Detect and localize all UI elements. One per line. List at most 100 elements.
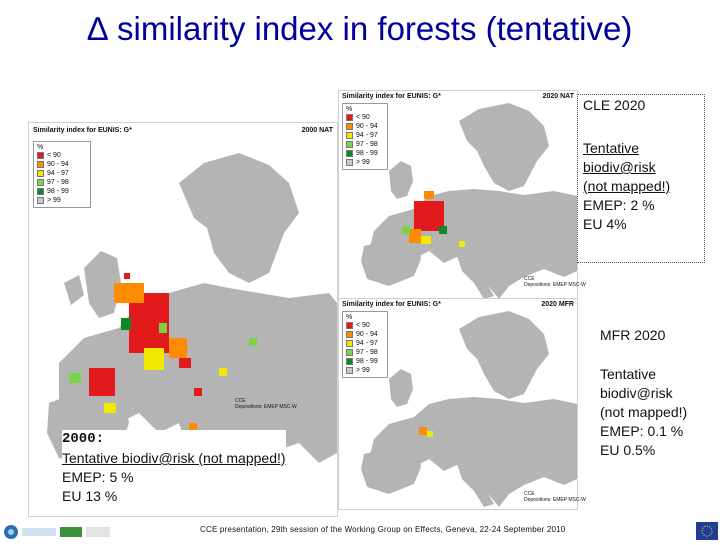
land-uk (389, 369, 413, 407)
land-ireland (64, 275, 84, 305)
legend-label: 97 - 98 (47, 179, 69, 186)
legend-swatch (346, 349, 353, 356)
land-iberia (361, 239, 421, 286)
legend-item: > 99 (346, 366, 384, 375)
legend-label: < 90 (356, 322, 370, 329)
legend-unit: % (346, 314, 353, 321)
legend-item: 90 - 94 (346, 122, 384, 131)
legend-label: > 99 (47, 197, 61, 204)
legend-item: 98 - 99 (346, 149, 384, 158)
dot-green (249, 338, 257, 346)
dot-yellow (427, 431, 433, 437)
map-code: 2020 NAT (542, 93, 574, 100)
legend-swatch (37, 188, 44, 195)
note-line: biodiv@risk (600, 385, 673, 401)
legend-label: < 90 (356, 114, 370, 121)
land-scandinavia (459, 311, 549, 399)
note-cle-2020: CLE 2020 Tentative biodiv@risk (not mapp… (583, 96, 670, 234)
legend: % < 90 90 - 94 94 - 97 97 - 98 98 - 99 >… (33, 141, 91, 208)
legend-label: 97 - 98 (356, 349, 378, 356)
legend-swatch (37, 152, 44, 159)
legend-label: 90 - 94 (356, 123, 378, 130)
legend-item: 98 - 99 (37, 187, 87, 196)
legend-item: 98 - 99 (346, 357, 384, 366)
map-title: Similarity index for EUNIS: G* (342, 301, 441, 308)
legend-item: < 90 (37, 151, 87, 160)
land-uk (389, 161, 413, 199)
map-title: Similarity index for EUNIS: G* (33, 127, 132, 134)
dot-orange (169, 338, 187, 358)
legend-swatch (346, 150, 353, 157)
legend-item: 97 - 98 (346, 348, 384, 357)
note-line: EU 0.5% (600, 442, 656, 458)
note-heading: MFR 2020 (600, 327, 666, 343)
footer-text: CCE presentation, 29th session of the Wo… (200, 525, 566, 534)
map-title: Similarity index for EUNIS: G* (342, 93, 441, 100)
note-heading: CLE 2020 (583, 97, 646, 113)
dot-red (89, 368, 115, 396)
map-code: 2000 NAT (301, 127, 333, 134)
map-code: 2020 MFR (541, 301, 574, 308)
land-iberia (361, 447, 421, 494)
slide-title: ∆ similarity index in forests (tentative… (87, 10, 633, 47)
dot-yellow (144, 348, 164, 370)
legend-item: > 99 (346, 158, 384, 167)
note-line: biodiv@risk (583, 159, 656, 175)
legend-item: > 99 (37, 196, 87, 205)
legend-label: 97 - 98 (356, 141, 378, 148)
legend: % < 90 90 - 94 94 - 97 97 - 98 98 - 99 >… (342, 311, 388, 378)
dot-yellow (219, 368, 227, 376)
dot-yellow (104, 403, 116, 413)
legend-swatch (346, 132, 353, 139)
dot-orange (419, 427, 427, 435)
dot-green (402, 226, 410, 234)
dot-orange (424, 191, 434, 199)
note-line: (not mapped!) (583, 178, 671, 194)
dot-green (69, 373, 81, 383)
legend-swatch (37, 197, 44, 204)
map-credit: CCE Depositions: EMEP MSC-W (524, 491, 586, 503)
dot-red (179, 358, 191, 368)
legend-label: 94 - 97 (356, 340, 378, 347)
legend-unit: % (37, 144, 44, 151)
legend-swatch (346, 331, 353, 338)
legend-item: 97 - 98 (346, 140, 384, 149)
legend-label: 98 - 99 (356, 358, 378, 365)
note-line: EMEP: 0.1 % (600, 423, 684, 439)
legend-item: 94 - 97 (346, 339, 384, 348)
legend-unit: % (346, 106, 353, 113)
dot-yellow (421, 236, 431, 244)
legend-swatch (346, 114, 353, 121)
dot-orange (114, 283, 144, 303)
legend-swatch (37, 170, 44, 177)
legend-label: 98 - 99 (47, 188, 69, 195)
legend-item: 94 - 97 (37, 169, 87, 178)
map-2020-mfr: Similarity index for EUNIS: G* 2020 MFR … (338, 298, 586, 510)
note-line: Tentative (583, 140, 640, 156)
legend-swatch (346, 159, 353, 166)
note-line: EU 4% (583, 216, 627, 232)
cce-rias-logo (2, 524, 114, 540)
legend-label: < 90 (47, 152, 61, 159)
dot-green (159, 323, 167, 333)
dot-orange (409, 229, 421, 243)
dot-red (194, 388, 202, 396)
legend-label: > 99 (356, 159, 370, 166)
legend-item: 90 - 94 (37, 160, 87, 169)
dot-green (121, 318, 131, 330)
note-line: EMEP: 5 % (62, 469, 134, 485)
legend-item: 94 - 97 (346, 131, 384, 140)
legend-swatch (346, 123, 353, 130)
legend: % < 90 90 - 94 94 - 97 97 - 98 98 - 99 >… (342, 103, 388, 170)
note-mfr-2020: MFR 2020 Tentative biodiv@risk (not mapp… (600, 326, 687, 460)
legend-label: 90 - 94 (47, 161, 69, 168)
note-line: Tentative biodiv@risk (not mapped!) (62, 450, 286, 466)
legend-swatch (346, 367, 353, 374)
map-credit: CCE Depositions: EMEP MSC-W (235, 398, 297, 410)
legend-swatch (346, 340, 353, 347)
legend-label: > 99 (356, 367, 370, 374)
dot-green (439, 226, 447, 234)
legend-label: 98 - 99 (356, 150, 378, 157)
legend-item: 97 - 98 (37, 178, 87, 187)
note-line: EU 13 % (62, 488, 118, 504)
